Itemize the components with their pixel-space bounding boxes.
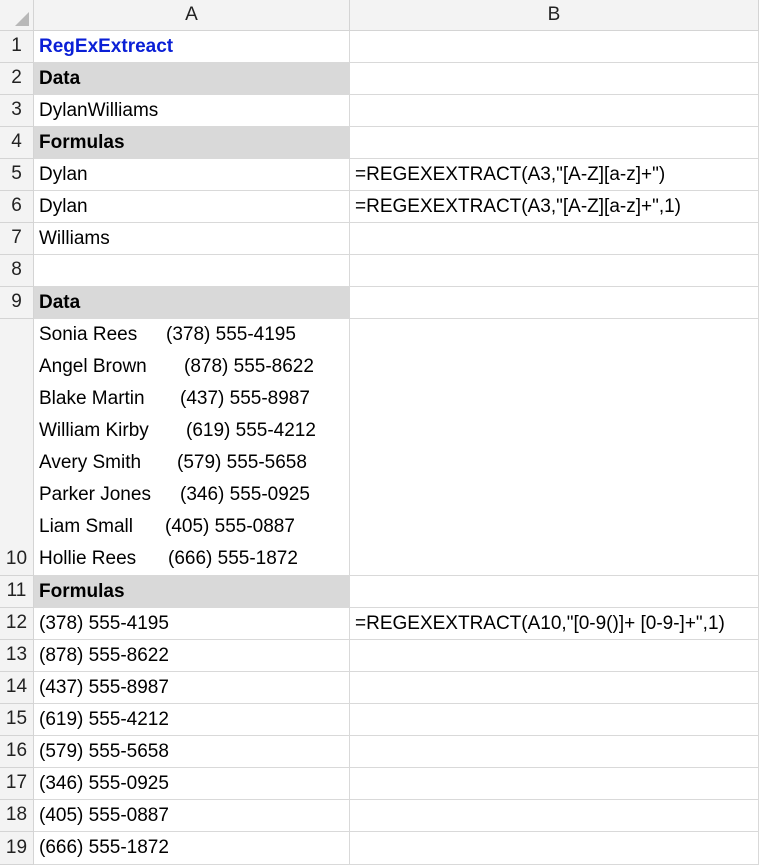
row-header-16[interactable]: 16 xyxy=(0,736,34,768)
cell-b11[interactable] xyxy=(350,576,759,608)
cell-a5[interactable]: Dylan xyxy=(34,159,350,191)
spreadsheet-grid: A B 1 RegExExtreact 2 Data 3 DylanWillia… xyxy=(0,0,759,865)
column-header-a[interactable]: A xyxy=(34,0,350,31)
row-header-17[interactable]: 17 xyxy=(0,768,34,800)
row-header-15[interactable]: 15 xyxy=(0,704,34,736)
line-phone: (579) 555-5658 xyxy=(177,452,307,473)
cell-a1-title[interactable]: RegExExtreact xyxy=(34,31,350,63)
line-name: Sonia Rees xyxy=(39,324,138,345)
cell-b1[interactable] xyxy=(350,31,759,63)
cell-b14[interactable] xyxy=(350,672,759,704)
line-phone: (405) 555-0887 xyxy=(165,516,295,537)
row-header-4[interactable]: 4 xyxy=(0,127,34,159)
line-name: Blake Martin xyxy=(39,388,145,409)
cell-a6[interactable]: Dylan xyxy=(34,191,350,223)
cell-a13[interactable]: (878) 555-8622 xyxy=(34,640,350,672)
row-header-12[interactable]: 12 xyxy=(0,608,34,640)
cell-a10-multiline[interactable]: Sonia Rees (378) 555-4195 Angel Brown (878… xyxy=(34,319,350,576)
line-name: Hollie Rees xyxy=(39,548,137,569)
cell-a16[interactable]: (579) 555-5658 xyxy=(34,736,350,768)
cell-a4-section-header[interactable]: Formulas xyxy=(34,127,350,159)
cell-b7[interactable] xyxy=(350,223,759,255)
select-all-corner[interactable] xyxy=(0,0,34,31)
line-name: Angel Brown xyxy=(39,356,147,377)
line-name: Parker Jones xyxy=(39,484,151,505)
row-header-3[interactable]: 3 xyxy=(0,95,34,127)
cell-a11-section-header[interactable]: Formulas xyxy=(34,576,350,608)
cell-a7[interactable]: Williams xyxy=(34,223,350,255)
cell-b9[interactable] xyxy=(350,287,759,319)
cell-line: Blake Martin (437) 555-8987 xyxy=(39,383,349,415)
line-phone: (666) 555-1872 xyxy=(168,548,298,569)
cell-line: Hollie Rees (666) 555-1872 xyxy=(39,543,349,575)
line-phone: (378) 555-4195 xyxy=(166,324,296,345)
row-header-2[interactable]: 2 xyxy=(0,63,34,95)
row-header-1[interactable]: 1 xyxy=(0,31,34,63)
row-header-10[interactable]: 10 xyxy=(0,319,34,576)
row-header-8[interactable]: 8 xyxy=(0,255,34,287)
cell-line: Avery Smith (579) 555-5658 xyxy=(39,447,349,479)
line-phone: (437) 555-8987 xyxy=(180,388,310,409)
cell-line: Parker Jones (346) 555-0925 xyxy=(39,479,349,511)
cell-b19[interactable] xyxy=(350,832,759,865)
cell-line: Liam Small (405) 555-0887 xyxy=(39,511,349,543)
cell-b17[interactable] xyxy=(350,768,759,800)
cell-b2[interactable] xyxy=(350,63,759,95)
row-header-11[interactable]: 11 xyxy=(0,576,34,608)
cell-b16[interactable] xyxy=(350,736,759,768)
row-header-7[interactable]: 7 xyxy=(0,223,34,255)
cell-b8[interactable] xyxy=(350,255,759,287)
line-name: William Kirby xyxy=(39,420,149,441)
cell-a2-section-header[interactable]: Data xyxy=(34,63,350,95)
line-phone: (619) 555-4212 xyxy=(186,420,316,441)
column-header-b[interactable]: B xyxy=(350,0,759,31)
cell-a18[interactable]: (405) 555-0887 xyxy=(34,800,350,832)
cell-b5-formula[interactable]: =REGEXEXTRACT(A3,"[A-Z][a-z]+") xyxy=(350,159,759,191)
cell-b18[interactable] xyxy=(350,800,759,832)
line-name: Liam Small xyxy=(39,516,133,537)
row-header-5[interactable]: 5 xyxy=(0,159,34,191)
cell-a9-section-header[interactable]: Data xyxy=(34,287,350,319)
cell-a8[interactable] xyxy=(34,255,350,287)
row-header-13[interactable]: 13 xyxy=(0,640,34,672)
row-header-18[interactable]: 18 xyxy=(0,800,34,832)
row-header-19[interactable]: 19 xyxy=(0,832,34,865)
cell-line: Angel Brown (878) 555-8622 xyxy=(39,351,349,383)
cell-a19[interactable]: (666) 555-1872 xyxy=(34,832,350,865)
cell-line: William Kirby (619) 555-4212 xyxy=(39,415,349,447)
cell-b13[interactable] xyxy=(350,640,759,672)
cell-a17[interactable]: (346) 555-0925 xyxy=(34,768,350,800)
line-name: Avery Smith xyxy=(39,452,142,473)
cell-a15[interactable]: (619) 555-4212 xyxy=(34,704,350,736)
cell-b12-formula[interactable]: =REGEXEXTRACT(A10,"[0-9()]+ [0-9-]+",1) xyxy=(350,608,759,640)
cell-line: Sonia Rees (378) 555-4195 xyxy=(39,319,349,351)
cell-b6-formula[interactable]: =REGEXEXTRACT(A3,"[A-Z][a-z]+",1) xyxy=(350,191,759,223)
line-phone: (346) 555-0925 xyxy=(180,484,310,505)
select-all-triangle-icon xyxy=(15,12,29,26)
row-header-9[interactable]: 9 xyxy=(0,287,34,319)
row-header-14[interactable]: 14 xyxy=(0,672,34,704)
row-header-6[interactable]: 6 xyxy=(0,191,34,223)
cell-a3[interactable]: DylanWilliams xyxy=(34,95,350,127)
line-phone: (878) 555-8622 xyxy=(184,356,314,377)
cell-b3[interactable] xyxy=(350,95,759,127)
cell-b10[interactable] xyxy=(350,319,759,576)
cell-a14[interactable]: (437) 555-8987 xyxy=(34,672,350,704)
cell-b4[interactable] xyxy=(350,127,759,159)
cell-a12[interactable]: (378) 555-4195 xyxy=(34,608,350,640)
cell-b15[interactable] xyxy=(350,704,759,736)
